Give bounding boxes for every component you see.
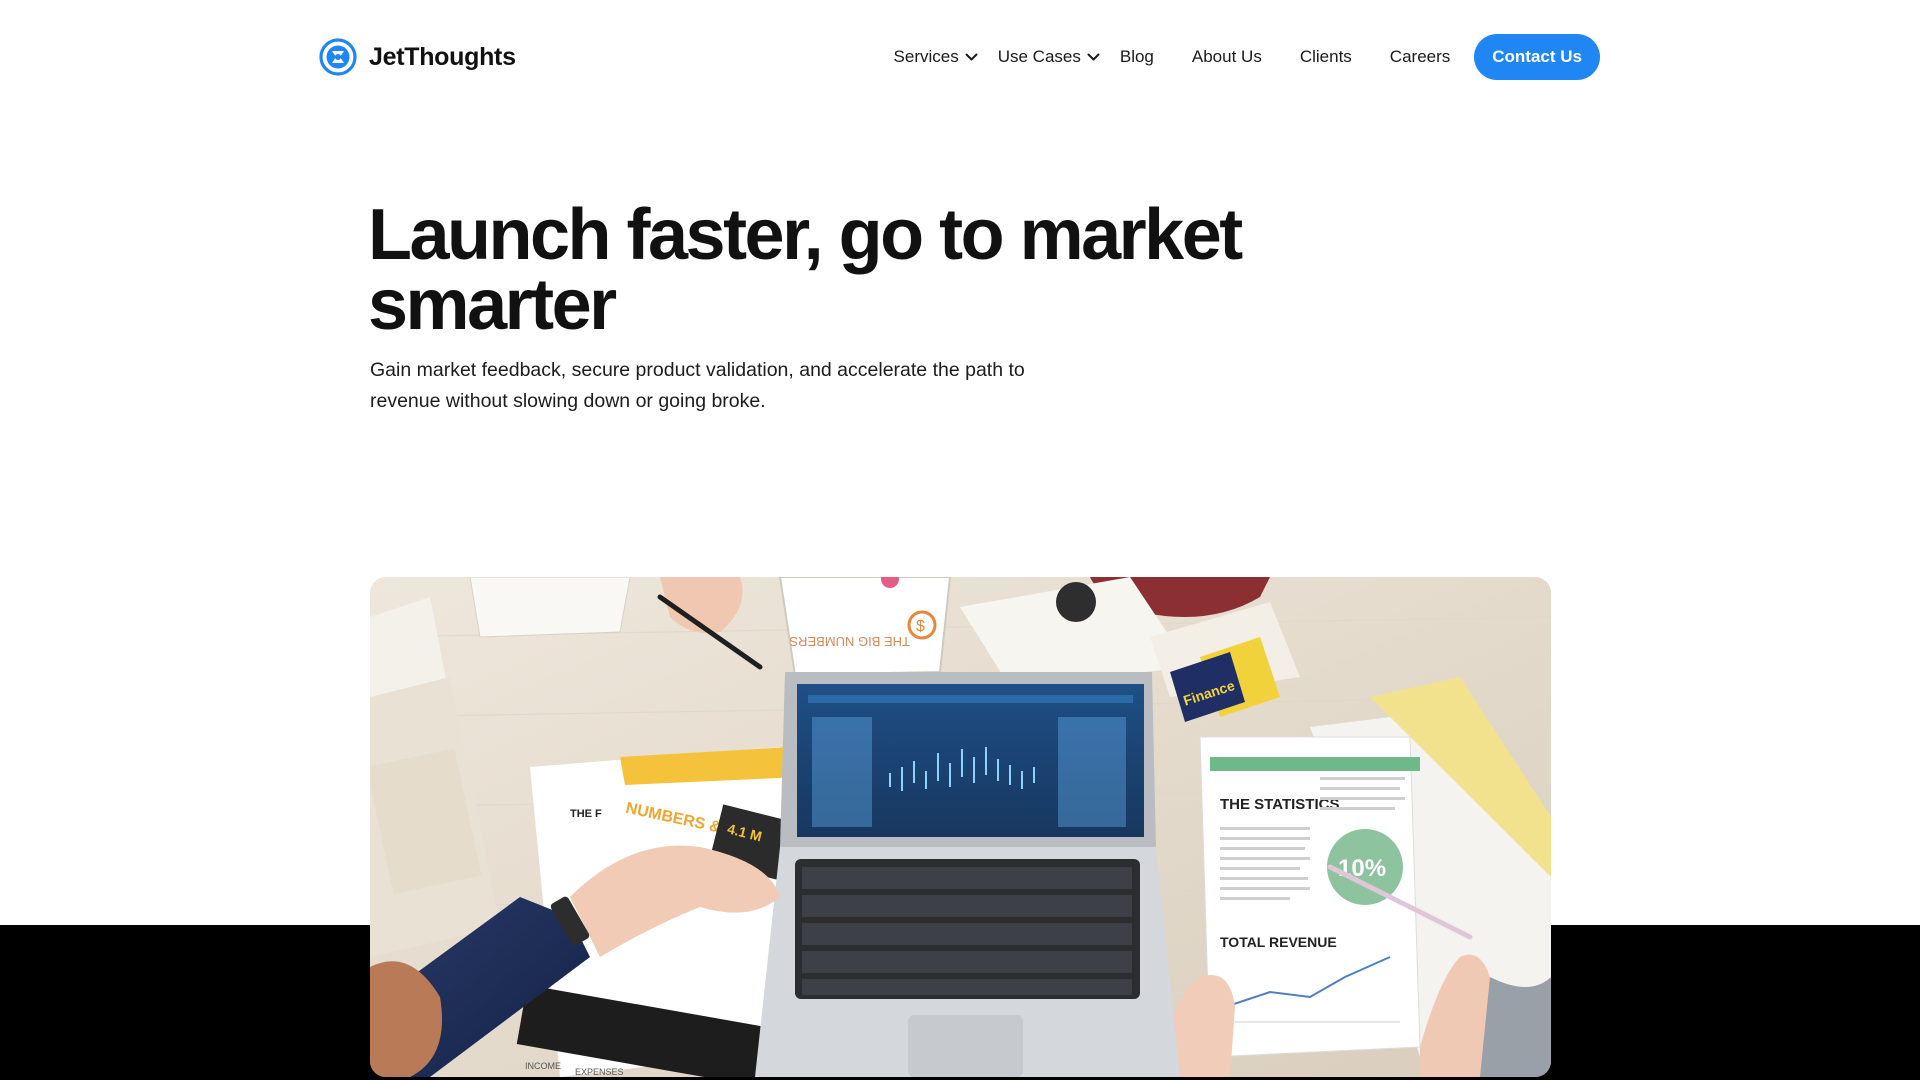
nav-clients[interactable]: Clients bbox=[1300, 47, 1352, 67]
hero-subtitle: Gain market feedback, secure product val… bbox=[370, 355, 1050, 417]
jetthoughts-logo-icon bbox=[319, 38, 357, 76]
brand-name: JetThoughts bbox=[369, 42, 516, 71]
hero-title-line-1: Launch faster, go to market bbox=[368, 195, 1243, 275]
income-text: INCOME bbox=[525, 1061, 561, 1071]
nav-blog[interactable]: Blog bbox=[1120, 47, 1154, 67]
nav-careers[interactable]: Careers bbox=[1390, 47, 1450, 67]
hero-subtitle-line-2: revenue without slowing down or going br… bbox=[370, 390, 766, 412]
nav-use-cases-label: Use Cases bbox=[997, 47, 1081, 66]
chevron-down-icon bbox=[1087, 53, 1100, 60]
nav-services[interactable]: Services bbox=[894, 47, 978, 67]
hero-image: THE BIG NUMBERS $ Finance THE STATISTICS bbox=[370, 577, 1551, 1077]
nav-services-label: Services bbox=[893, 47, 959, 66]
nav-use-cases[interactable]: Use Cases bbox=[998, 47, 1100, 67]
hero-subtitle-line-1: Gain market feedback, secure product val… bbox=[370, 359, 1025, 381]
nav-about-us[interactable]: About Us bbox=[1192, 47, 1262, 67]
chevron-down-icon bbox=[965, 53, 978, 60]
tablet-text: THE BIG NUMBERS bbox=[789, 634, 910, 649]
the-f-text: THE F bbox=[570, 808, 602, 820]
hero-title-line-2: smarter bbox=[368, 265, 617, 345]
hero-title: Launch faster, go to market smarter bbox=[368, 199, 1368, 341]
tablet-dollar-text: $ bbox=[916, 618, 925, 635]
site-header: JetThoughts Services Use Cases Blog Abou… bbox=[0, 0, 1920, 114]
percent-text: 10% bbox=[1338, 855, 1386, 882]
business-desk-photo-icon: THE BIG NUMBERS $ Finance THE STATISTICS bbox=[370, 577, 1551, 1077]
page: JetThoughts Services Use Cases Blog Abou… bbox=[0, 0, 1920, 1080]
total-revenue-text: TOTAL REVENUE bbox=[1220, 934, 1337, 950]
contact-us-button[interactable]: Contact Us bbox=[1474, 34, 1600, 80]
expenses-text: EXPENSES bbox=[575, 1067, 624, 1077]
main-nav: Services Use Cases Blog About Us Clients… bbox=[894, 34, 1600, 80]
logo-link[interactable]: JetThoughts bbox=[319, 37, 516, 77]
